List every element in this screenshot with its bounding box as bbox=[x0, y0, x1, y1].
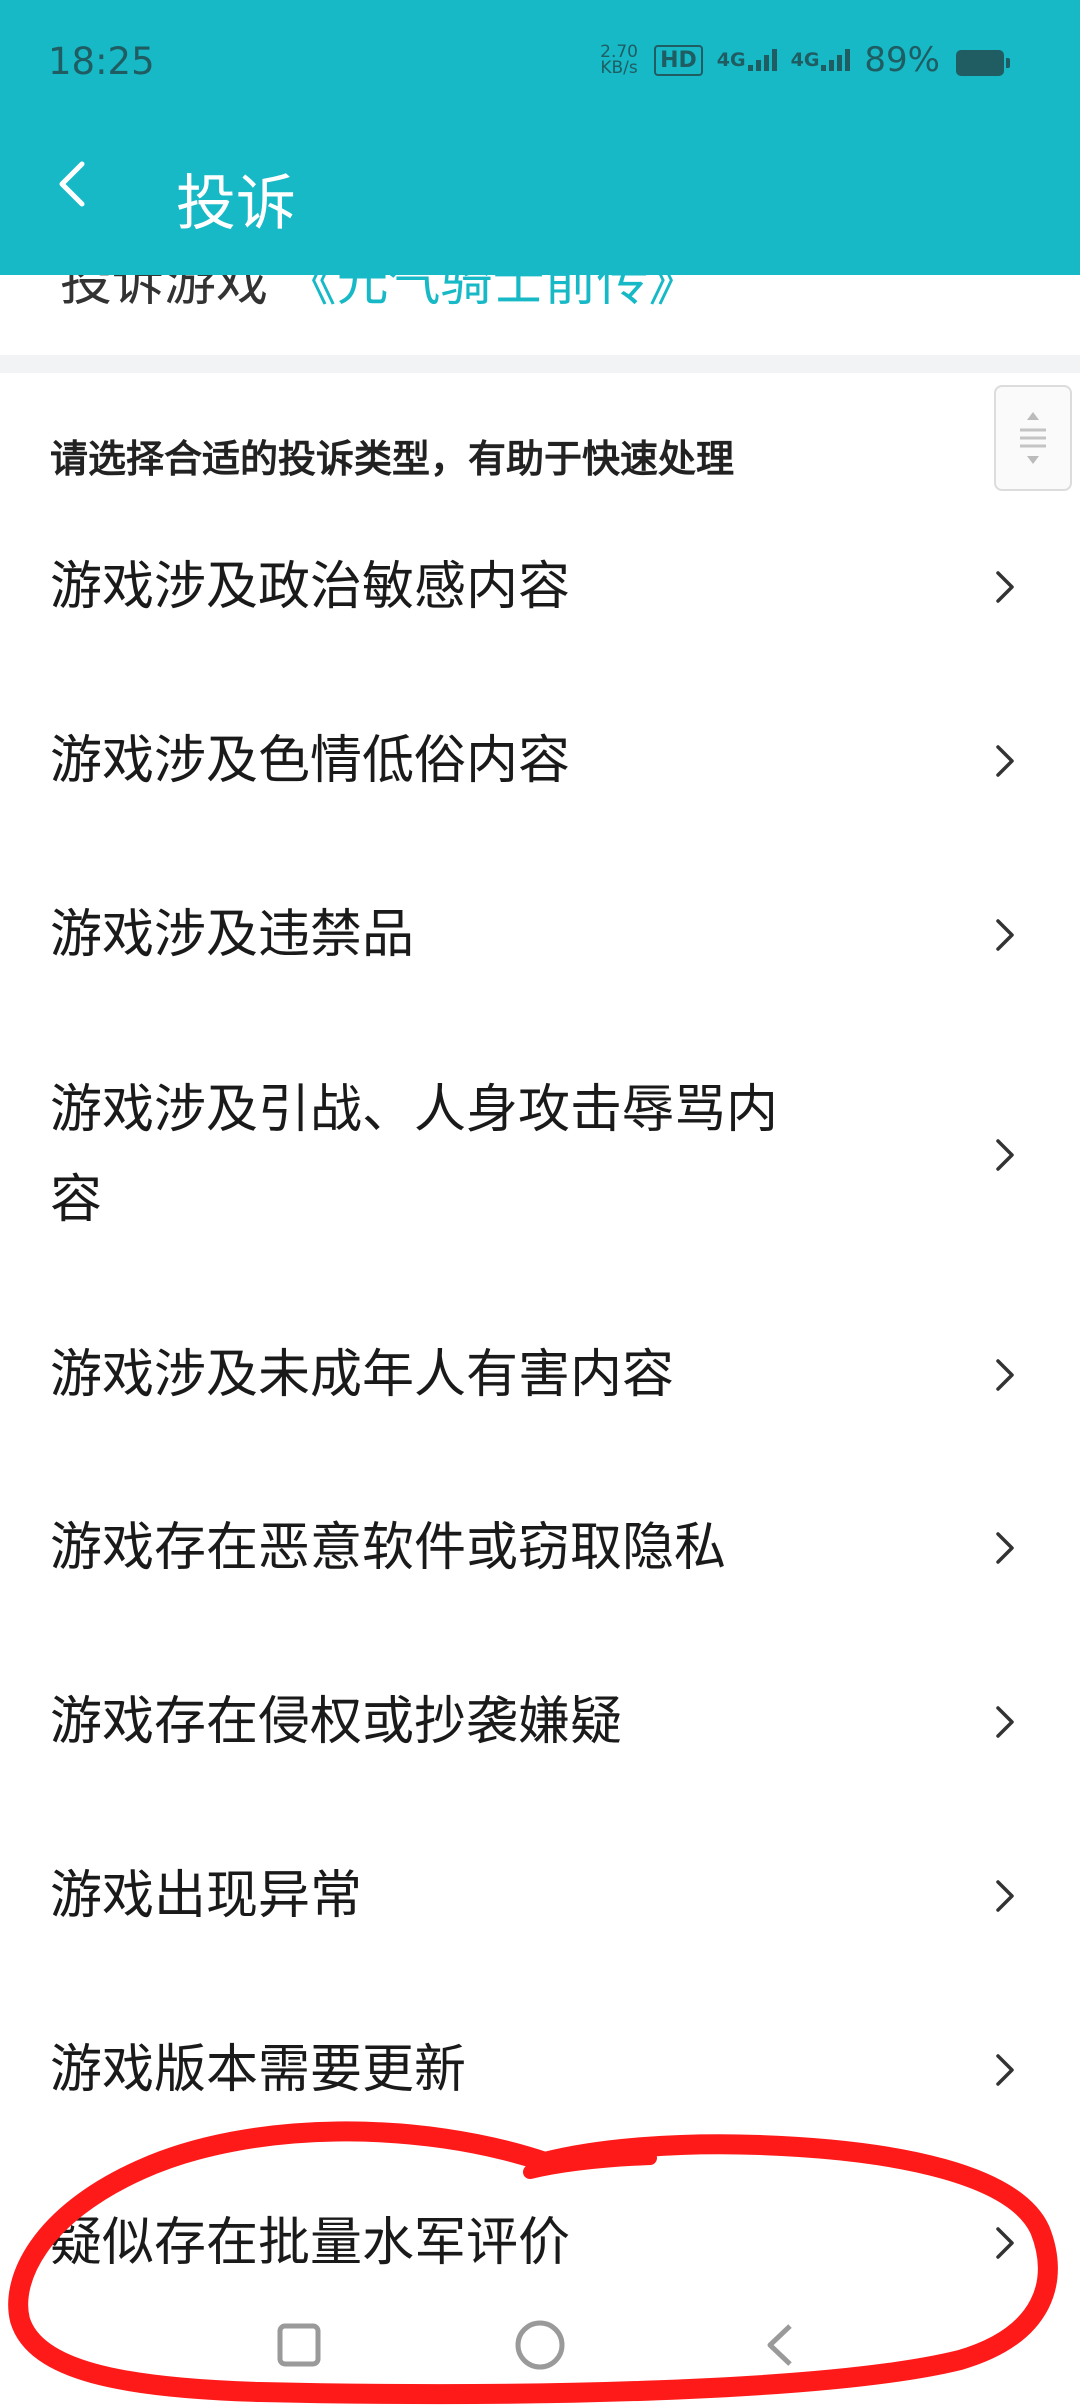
complaint-option-abuse[interactable]: 游戏涉及引战、人身攻击辱骂内 容 bbox=[0, 1065, 1080, 1245]
home-icon bbox=[515, 2320, 565, 2370]
chevron-right-icon bbox=[996, 2227, 1014, 2259]
status-bar: 18:25 2.70 KB/s HD 4G 4G 89% bbox=[0, 0, 1080, 126]
complaint-option-update[interactable]: 游戏版本需要更新 bbox=[0, 2025, 1080, 2115]
complaint-option-malware[interactable]: 游戏存在恶意软件或窃取隐私 bbox=[0, 1503, 1080, 1593]
chevron-right-icon bbox=[996, 919, 1014, 951]
status-time: 18:25 bbox=[48, 40, 155, 83]
back-nav-icon bbox=[767, 2324, 792, 2366]
complaint-option-prohibited-items[interactable]: 游戏涉及违禁品 bbox=[0, 890, 1080, 980]
complaint-option-political[interactable]: 游戏涉及政治敏感内容 bbox=[0, 542, 1080, 632]
back-icon[interactable] bbox=[48, 160, 96, 208]
fast-scroll-handle[interactable] bbox=[994, 385, 1072, 491]
chevron-right-icon bbox=[996, 1706, 1014, 1738]
signal-icon-sim1: 4G bbox=[717, 49, 777, 71]
page-title: 投诉 bbox=[176, 169, 296, 239]
complaint-type-hint: 请选择合适的投诉类型，有助于快速处理 bbox=[50, 437, 735, 481]
complaint-option-minors[interactable]: 游戏涉及未成年人有害内容 bbox=[0, 1330, 1080, 1420]
chevron-right-icon bbox=[996, 1359, 1014, 1391]
section-divider bbox=[0, 355, 1080, 373]
complaint-option-fake-reviews[interactable]: 疑似存在批量水军评价 bbox=[0, 2198, 1080, 2288]
chevron-right-icon bbox=[996, 571, 1014, 603]
hd-voice-icon: HD bbox=[654, 44, 703, 76]
recent-apps-icon bbox=[277, 2323, 321, 2367]
network-speed: 2.70 KB/s bbox=[600, 42, 638, 78]
complaint-option-infringement[interactable]: 游戏存在侵权或抄袭嫌疑 bbox=[0, 1677, 1080, 1767]
signal-icon-sim2: 4G bbox=[791, 49, 851, 71]
chevron-right-icon bbox=[996, 1532, 1014, 1564]
app-header: 18:25 2.70 KB/s HD 4G 4G 89% 投诉 bbox=[0, 0, 1080, 275]
complaint-option-abnormal[interactable]: 游戏出现异常 bbox=[0, 1851, 1080, 1941]
chevron-right-icon bbox=[996, 1880, 1014, 1912]
chevron-right-icon bbox=[996, 1139, 1014, 1171]
chevron-right-icon bbox=[996, 745, 1014, 777]
battery-percent: 89% bbox=[864, 40, 940, 80]
battery-icon bbox=[956, 50, 1010, 76]
chevron-right-icon bbox=[996, 2054, 1014, 2086]
complaint-option-pornographic[interactable]: 游戏涉及色情低俗内容 bbox=[0, 716, 1080, 806]
